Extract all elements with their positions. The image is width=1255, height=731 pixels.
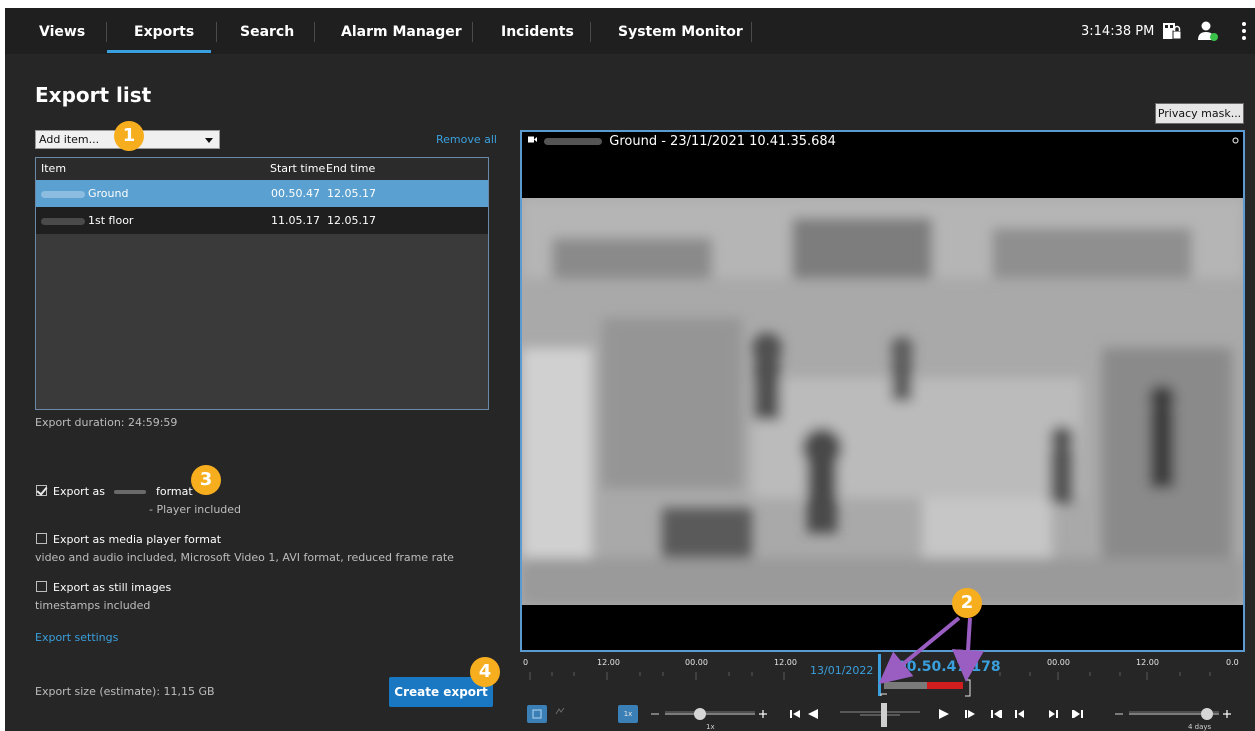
active-tab-indicator <box>107 50 211 53</box>
video-frame <box>522 198 1243 605</box>
row-item: Ground <box>41 180 128 207</box>
user-status-icon[interactable] <box>1197 20 1219 42</box>
tab-alarm-manager[interactable]: Alarm Manager <box>341 8 462 54</box>
table-row[interactable]: Ground 00.50.47 12.05.17 <box>36 180 488 207</box>
clock: 3:14:38 PM <box>1081 24 1155 39</box>
export-format-label[interactable]: Export as format <box>53 485 193 498</box>
tab-views[interactable]: Views <box>39 8 85 54</box>
skip-forward-icon[interactable] <box>1048 708 1084 720</box>
remove-all-link[interactable]: Remove all <box>436 133 497 146</box>
tick-label: 0.0 <box>1226 658 1239 667</box>
tick-label: 12.00 <box>1136 658 1159 667</box>
tick-label: 00.00 <box>1047 658 1070 667</box>
table-row[interactable]: 1st floor 11.05.17 12.05.17 <box>36 207 488 234</box>
nav-separator <box>472 22 473 42</box>
export-format-prefix: Export as <box>53 485 105 498</box>
previous-sequence-icon[interactable] <box>991 708 1027 720</box>
tick-label: 12.00 <box>774 658 797 667</box>
nav-separator <box>590 22 591 42</box>
callout-badge-2: 2 <box>952 588 982 618</box>
row-item-name: 1st floor <box>88 214 134 227</box>
playback-speed-slider[interactable] <box>651 706 769 722</box>
row-end-time: 12.05.17 <box>327 187 376 200</box>
media-player-format-checkbox[interactable] <box>36 533 47 544</box>
blurred-store-footage <box>522 198 1243 605</box>
redacted-camera-name <box>544 138 603 145</box>
tab-system-monitor[interactable]: System Monitor <box>618 8 743 54</box>
timespan-slider[interactable] <box>1115 706 1235 722</box>
callout-badge-1: 1 <box>114 121 144 151</box>
timespan-label: 4 days <box>1188 723 1212 731</box>
callout-badge-4: 4 <box>470 657 500 687</box>
page-title: Export list <box>35 83 152 107</box>
row-start-time: 00.50.47 <box>271 187 320 200</box>
nav-separator <box>751 22 752 42</box>
still-images-checkbox[interactable] <box>36 581 47 592</box>
more-vertical-icon[interactable] <box>1241 21 1247 41</box>
expand-icon[interactable] <box>555 707 567 715</box>
callout-badge-3: 3 <box>191 465 221 495</box>
speed-label: 1x <box>706 723 715 731</box>
live-indicator-icon <box>1232 137 1239 144</box>
export-format-suffix: format <box>155 485 193 498</box>
speed-toggle-button[interactable]: 1x <box>618 705 638 723</box>
skip-back-icon[interactable] <box>790 708 830 720</box>
layout-lock-icon[interactable] <box>1162 20 1182 42</box>
column-header-start-time[interactable]: Start time <box>270 158 325 180</box>
column-header-end-time[interactable]: End time <box>326 158 375 180</box>
export-list-table: Item Start time End time Ground 00.50.47… <box>35 157 489 410</box>
table-header: Item Start time End time <box>36 158 488 180</box>
row-end-time: 12.05.17 <box>327 214 376 227</box>
export-duration: Export duration: 24:59:59 <box>35 416 178 429</box>
tab-search[interactable]: Search <box>240 8 294 54</box>
redacted-name <box>41 190 85 198</box>
column-header-item[interactable]: Item <box>41 158 66 180</box>
export-format-checkbox[interactable] <box>36 485 47 496</box>
redacted-format-name <box>114 490 147 494</box>
timeline-date: 13/01/2022 <box>810 664 874 677</box>
tick-label: 0 <box>523 658 529 667</box>
tick-label: 00.00 <box>685 658 708 667</box>
video-title: Ground - 23/11/2021 10.41.35.684 <box>528 134 836 149</box>
row-item-name: Ground <box>88 187 129 200</box>
tab-incidents[interactable]: Incidents <box>501 8 574 54</box>
tab-exports[interactable]: Exports <box>134 8 194 54</box>
privacy-mask-button[interactable]: Privacy mask... <box>1155 103 1244 124</box>
export-format-note: - Player included <box>149 503 242 516</box>
camera-icon <box>528 136 537 143</box>
still-images-note: timestamps included <box>35 599 151 612</box>
still-images-label[interactable]: Export as still images <box>53 581 171 594</box>
tick-label: 12.00 <box>597 658 620 667</box>
nav-separator <box>216 22 217 42</box>
chevron-down-icon <box>205 138 213 143</box>
media-player-format-note: video and audio included, Microsoft Vide… <box>35 551 454 564</box>
export-size-estimate: Export size (estimate): 11,15 GB <box>35 685 215 698</box>
video-title-text: Ground - 23/11/2021 10.41.35.684 <box>609 134 836 149</box>
redacted-name <box>41 217 85 225</box>
add-item-label: Add item... <box>39 133 100 146</box>
nav-separator <box>314 22 315 42</box>
app-window: Views Exports Search Alarm Manager Incid… <box>5 8 1255 731</box>
row-start-time: 11.05.17 <box>271 214 320 227</box>
top-navigation: Views Exports Search Alarm Manager Incid… <box>5 8 1255 54</box>
zoom-icon[interactable] <box>527 705 547 723</box>
row-item: 1st floor <box>41 207 133 234</box>
play-icon[interactable] <box>937 708 977 720</box>
nav-separator <box>106 22 107 42</box>
jog-shuttle-slider[interactable] <box>840 702 920 728</box>
video-preview[interactable]: Ground - 23/11/2021 10.41.35.684 <box>520 130 1245 652</box>
media-player-format-label[interactable]: Export as media player format <box>53 533 221 546</box>
export-settings-link[interactable]: Export settings <box>35 631 118 644</box>
